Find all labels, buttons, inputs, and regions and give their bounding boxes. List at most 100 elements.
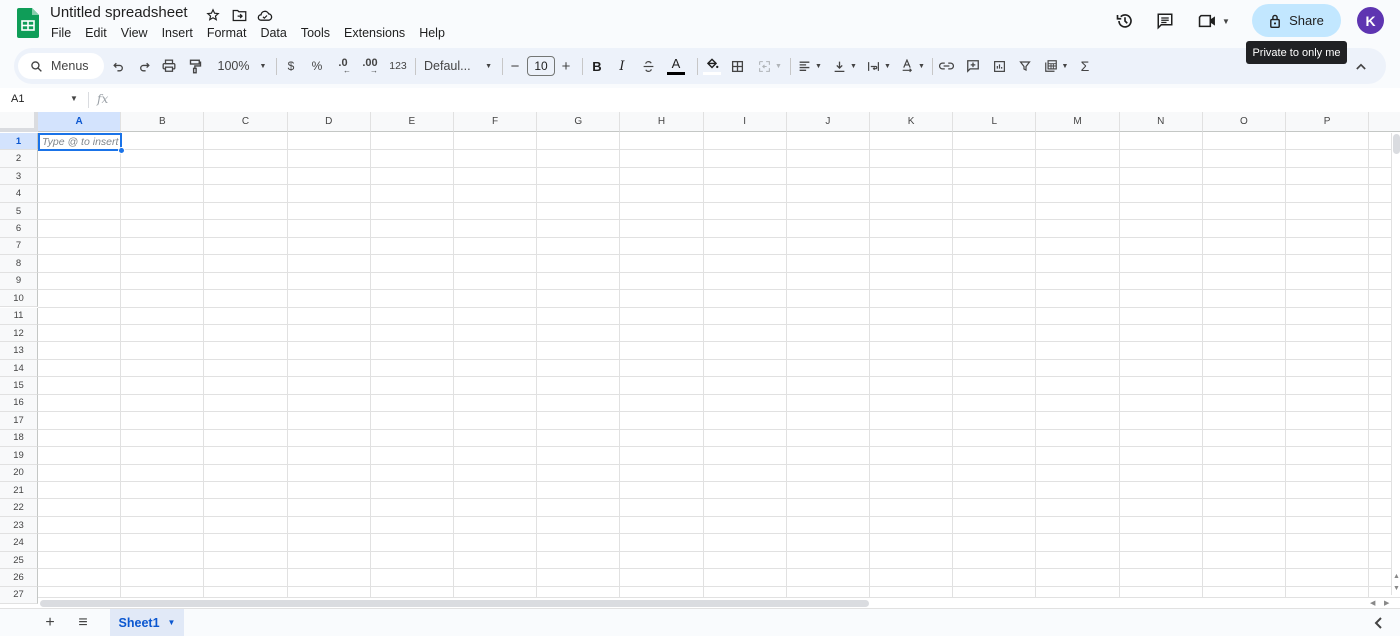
- row-header-16[interactable]: 16: [0, 394, 38, 413]
- vertical-align-button[interactable]: ▼: [831, 48, 859, 84]
- fill-color-button[interactable]: [702, 48, 722, 84]
- collapse-toolbar-icon[interactable]: [1354, 48, 1368, 84]
- column-header-o[interactable]: O: [1202, 112, 1286, 132]
- formula-input[interactable]: [120, 90, 1390, 110]
- document-title[interactable]: Untitled spreadsheet: [50, 4, 188, 21]
- explore-collapse-icon[interactable]: [1368, 613, 1388, 633]
- column-header-g[interactable]: G: [537, 112, 621, 132]
- scroll-up-icon[interactable]: ▲: [1393, 573, 1400, 580]
- font-size-field[interactable]: 10: [526, 48, 556, 84]
- row-header-9[interactable]: 9: [0, 272, 38, 291]
- horizontal-align-button[interactable]: ▼: [796, 48, 824, 84]
- chevron-down-icon[interactable]: ▼: [70, 94, 78, 103]
- menus-search-button[interactable]: Menus: [18, 53, 104, 79]
- text-rotation-button[interactable]: ▼: [899, 48, 927, 84]
- add-sheet-button[interactable]: +: [40, 613, 60, 633]
- row-header-10[interactable]: 10: [0, 290, 38, 308]
- menu-view[interactable]: View: [114, 25, 155, 41]
- row-header-13[interactable]: 13: [0, 342, 38, 360]
- paint-format-icon[interactable]: [186, 48, 204, 84]
- bold-button[interactable]: B: [590, 48, 604, 84]
- redo-icon[interactable]: [135, 48, 153, 84]
- row-header-22[interactable]: 22: [0, 499, 38, 517]
- functions-button[interactable]: Σ: [1078, 48, 1092, 84]
- sheet-tab-sheet1[interactable]: Sheet1 ▼: [110, 609, 184, 636]
- scroll-left-icon[interactable]: ◀: [1370, 599, 1375, 607]
- select-all-corner[interactable]: [0, 112, 38, 132]
- version-history-icon[interactable]: [1110, 8, 1140, 34]
- column-header-f[interactable]: F: [454, 112, 538, 132]
- sheets-logo-icon[interactable]: [17, 8, 39, 38]
- meet-icon[interactable]: ▼: [1194, 8, 1234, 34]
- more-formats-button[interactable]: 123: [388, 48, 408, 84]
- font-family-select[interactable]: Defaul... ▼: [424, 48, 492, 84]
- text-wrapping-button[interactable]: ▼: [865, 48, 893, 84]
- decrease-decimal-button[interactable]: .0 ←: [334, 48, 352, 84]
- undo-icon[interactable]: [109, 48, 127, 84]
- filter-icon[interactable]: [1016, 48, 1034, 84]
- column-header-n[interactable]: N: [1119, 112, 1203, 132]
- text-color-button[interactable]: A: [666, 48, 686, 84]
- move-to-folder-icon[interactable]: [230, 6, 248, 24]
- menu-data[interactable]: Data: [253, 25, 293, 41]
- insert-link-icon[interactable]: [937, 48, 955, 84]
- row-header-19[interactable]: 19: [0, 447, 38, 465]
- row-header-27[interactable]: 27: [0, 586, 38, 605]
- comments-icon[interactable]: [1150, 8, 1180, 34]
- menu-tools[interactable]: Tools: [294, 25, 337, 41]
- column-header-c[interactable]: C: [204, 112, 288, 132]
- column-header-i[interactable]: I: [703, 112, 787, 132]
- chevron-down-icon[interactable]: ▼: [168, 618, 176, 627]
- row-header-11[interactable]: 11: [0, 307, 38, 325]
- merge-cells-button[interactable]: ▼: [754, 48, 786, 84]
- all-sheets-button[interactable]: ≡: [73, 613, 93, 633]
- insert-comment-icon[interactable]: [964, 48, 982, 84]
- column-header-m[interactable]: M: [1036, 112, 1120, 132]
- row-header-23[interactable]: 23: [0, 516, 38, 535]
- row-header-20[interactable]: 20: [0, 464, 38, 482]
- row-header-15[interactable]: 15: [0, 377, 38, 395]
- menu-extensions[interactable]: Extensions: [337, 25, 412, 41]
- row-header-5[interactable]: 5: [0, 202, 38, 221]
- star-icon[interactable]: [204, 6, 222, 24]
- cloud-saved-icon[interactable]: [256, 6, 274, 24]
- column-header-p[interactable]: P: [1286, 112, 1370, 132]
- filter-views-button[interactable]: ▼: [1041, 48, 1071, 84]
- currency-format-button[interactable]: $: [284, 48, 298, 84]
- row-header-4[interactable]: 4: [0, 185, 38, 203]
- borders-icon[interactable]: [728, 48, 746, 84]
- menu-edit[interactable]: Edit: [78, 25, 114, 41]
- scroll-right-icon[interactable]: ▶: [1384, 599, 1389, 607]
- menu-help[interactable]: Help: [412, 25, 452, 41]
- decrease-font-size-button[interactable]: −: [508, 48, 522, 84]
- column-header-d[interactable]: D: [287, 112, 371, 132]
- column-header-j[interactable]: J: [786, 112, 870, 132]
- row-header-21[interactable]: 21: [0, 482, 38, 500]
- avatar[interactable]: K: [1357, 7, 1384, 34]
- spreadsheet-grid[interactable]: ABCDEFGHIJKLMNOP 1 2 3 4 5 6 7 8 9 10 11 12 13 14 15 16…: [0, 112, 1400, 608]
- italic-button[interactable]: I: [615, 48, 629, 84]
- name-box[interactable]: A1: [11, 93, 24, 105]
- row-header-6[interactable]: 6: [0, 220, 38, 238]
- percent-format-button[interactable]: %: [309, 48, 325, 84]
- row-header-25[interactable]: 25: [0, 551, 38, 570]
- vertical-scrollbar[interactable]: ▲ ▼: [1391, 133, 1400, 595]
- strikethrough-icon[interactable]: [640, 48, 656, 84]
- column-header-a[interactable]: A: [38, 112, 122, 132]
- column-header-k[interactable]: K: [870, 112, 954, 132]
- row-header-12[interactable]: 12: [0, 324, 38, 343]
- horizontal-scrollbar-thumb[interactable]: [40, 600, 869, 607]
- increase-font-size-button[interactable]: +: [559, 48, 573, 84]
- row-header-26[interactable]: 26: [0, 569, 38, 587]
- active-cell[interactable]: Type @ to insert: [38, 133, 122, 151]
- menu-file[interactable]: File: [44, 25, 78, 41]
- row-header-14[interactable]: 14: [0, 359, 38, 378]
- zoom-select[interactable]: 100% ▼: [214, 48, 270, 84]
- column-header-e[interactable]: E: [370, 112, 454, 132]
- column-header-b[interactable]: B: [121, 112, 205, 132]
- increase-decimal-button[interactable]: .00 →: [360, 48, 380, 84]
- share-button[interactable]: Share: [1252, 4, 1341, 37]
- column-header-overflow[interactable]: [1369, 112, 1400, 132]
- menu-insert[interactable]: Insert: [155, 25, 200, 41]
- row-header-24[interactable]: 24: [0, 534, 38, 552]
